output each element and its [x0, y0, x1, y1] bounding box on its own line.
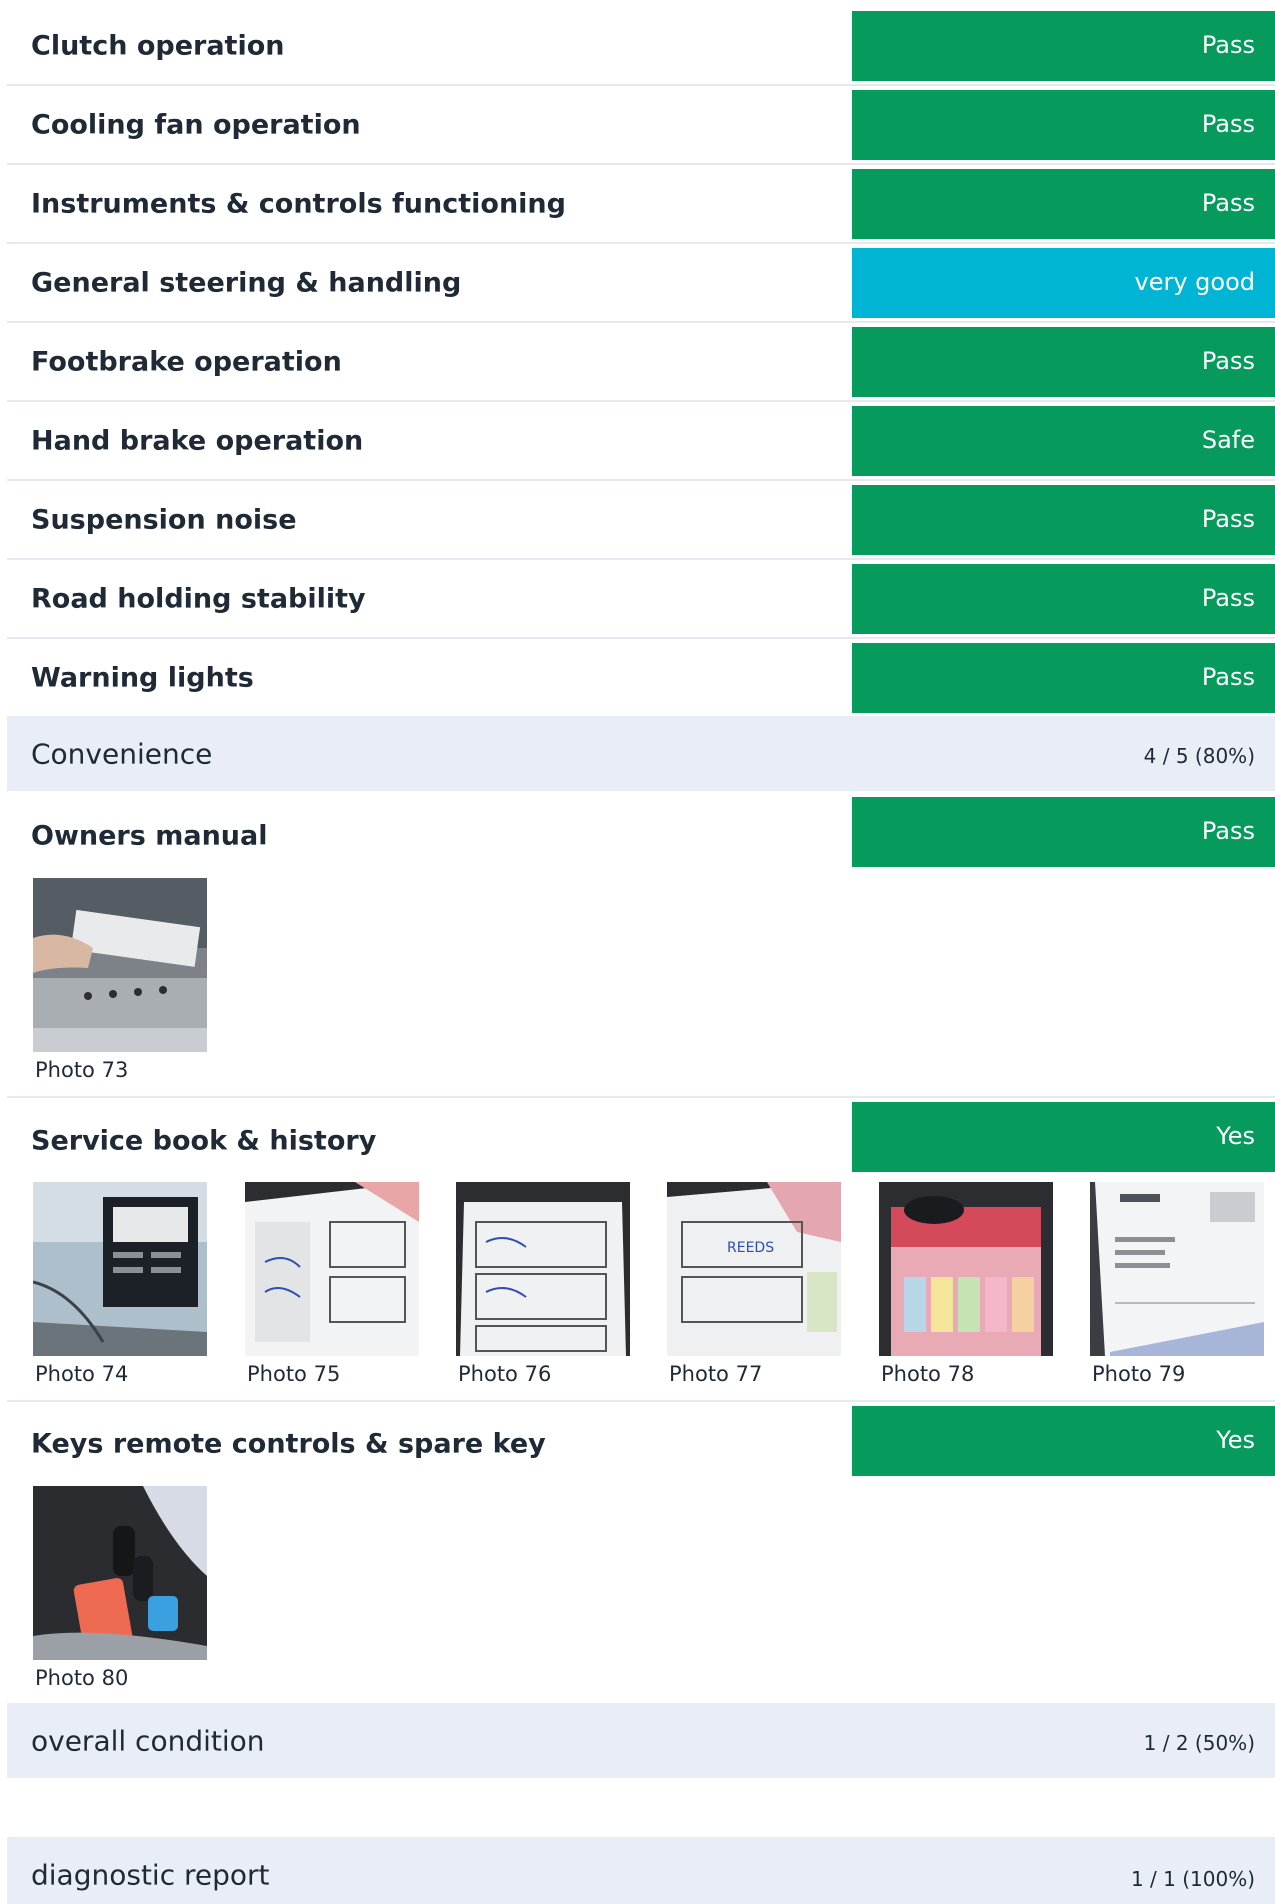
section-title: diagnostic report: [31, 1858, 270, 1892]
result-badge-pass: Pass: [852, 169, 1275, 239]
section-score: 1 / 1 (100%): [1130, 1866, 1255, 1891]
photo-thumbnail[interactable]: [33, 1486, 207, 1660]
photo-thumbnail[interactable]: [33, 1182, 207, 1356]
check-row-clutch: Clutch operation Pass: [7, 8, 1275, 86]
photo-caption: Photo 76: [458, 1362, 552, 1386]
photo-item[interactable]: Photo 73: [33, 878, 207, 1082]
check-label: Warning lights: [31, 662, 254, 694]
check-row-warning-lights: Warning lights Pass: [7, 640, 1275, 716]
result-badge-very-good: very good: [852, 248, 1275, 318]
check-label: Instruments & controls functioning: [31, 188, 566, 220]
photo-item[interactable]: Photo 75: [245, 1182, 419, 1386]
photo-item[interactable]: REEDS Photo 77: [667, 1182, 841, 1386]
photo-caption: Photo 80: [35, 1666, 129, 1690]
check-label: Footbrake operation: [31, 346, 342, 378]
section-score: 1 / 2 (50%): [1143, 1730, 1255, 1755]
check-row-footbrake: Footbrake operation Pass: [7, 324, 1275, 402]
photo-caption: Photo 79: [1092, 1362, 1186, 1386]
result-badge-yes: Yes: [852, 1406, 1275, 1476]
photo-caption: Photo 78: [881, 1362, 975, 1386]
result-badge-pass: Pass: [852, 11, 1275, 81]
result-badge-pass: Pass: [852, 797, 1275, 867]
photo-thumbnail[interactable]: [456, 1182, 630, 1356]
section-header-convenience: Convenience 4 / 5 (80%): [7, 716, 1275, 791]
check-label: Road holding stability: [31, 583, 366, 615]
result-badge-pass: Pass: [852, 643, 1275, 713]
result-badge-pass: Pass: [852, 564, 1275, 634]
check-label: Clutch operation: [31, 30, 285, 62]
photo-item[interactable]: Photo 79: [1090, 1182, 1264, 1386]
section-header-overall-condition: overall condition 1 / 2 (50%): [7, 1703, 1275, 1778]
check-label: Owners manual: [31, 820, 268, 852]
photo-thumbnail[interactable]: REEDS: [667, 1182, 841, 1356]
check-row-cooling-fan: Cooling fan operation Pass: [7, 87, 1275, 165]
check-row-handbrake: Hand brake operation Safe: [7, 403, 1275, 481]
section-title: Convenience: [31, 737, 213, 770]
photo-item[interactable]: Photo 76: [456, 1182, 630, 1386]
photo-caption: Photo 74: [35, 1362, 129, 1386]
check-label: Hand brake operation: [31, 425, 364, 457]
check-label: Keys remote controls & spare key: [31, 1428, 546, 1460]
check-row-suspension: Suspension noise Pass: [7, 482, 1275, 560]
photo-thumbnail[interactable]: [1090, 1182, 1264, 1356]
photo-item[interactable]: Photo 78: [879, 1182, 1053, 1386]
result-badge-safe: Safe: [852, 406, 1275, 476]
check-label: Service book & history: [31, 1125, 377, 1157]
inspection-report: Clutch operation Pass Cooling fan operat…: [0, 0, 1275, 1904]
photo-caption: Photo 77: [669, 1362, 763, 1386]
result-badge-pass: Pass: [852, 327, 1275, 397]
photo-caption: Photo 73: [35, 1058, 129, 1082]
check-label: Cooling fan operation: [31, 109, 361, 141]
result-badge-pass: Pass: [852, 90, 1275, 160]
check-row-steering: General steering & handling very good: [7, 245, 1275, 323]
section-header-diagnostic-report: diagnostic report 1 / 1 (100%): [7, 1837, 1275, 1904]
section-score: 4 / 5 (80%): [1143, 743, 1255, 768]
section-title: overall condition: [31, 1724, 265, 1757]
check-label: General steering & handling: [31, 267, 462, 299]
photo-item[interactable]: Photo 80: [33, 1486, 207, 1690]
svg-text:REEDS: REEDS: [727, 1240, 774, 1256]
check-row-road-holding: Road holding stability Pass: [7, 561, 1275, 639]
check-label: Suspension noise: [31, 504, 297, 536]
photo-thumbnail[interactable]: [879, 1182, 1053, 1356]
photo-item[interactable]: Photo 74: [33, 1182, 207, 1386]
photo-thumbnail[interactable]: [245, 1182, 419, 1356]
result-badge-yes: Yes: [852, 1102, 1275, 1172]
photo-caption: Photo 75: [247, 1362, 341, 1386]
photo-thumbnail[interactable]: [33, 878, 207, 1052]
result-badge-pass: Pass: [852, 485, 1275, 555]
check-row-instruments: Instruments & controls functioning Pass: [7, 166, 1275, 244]
